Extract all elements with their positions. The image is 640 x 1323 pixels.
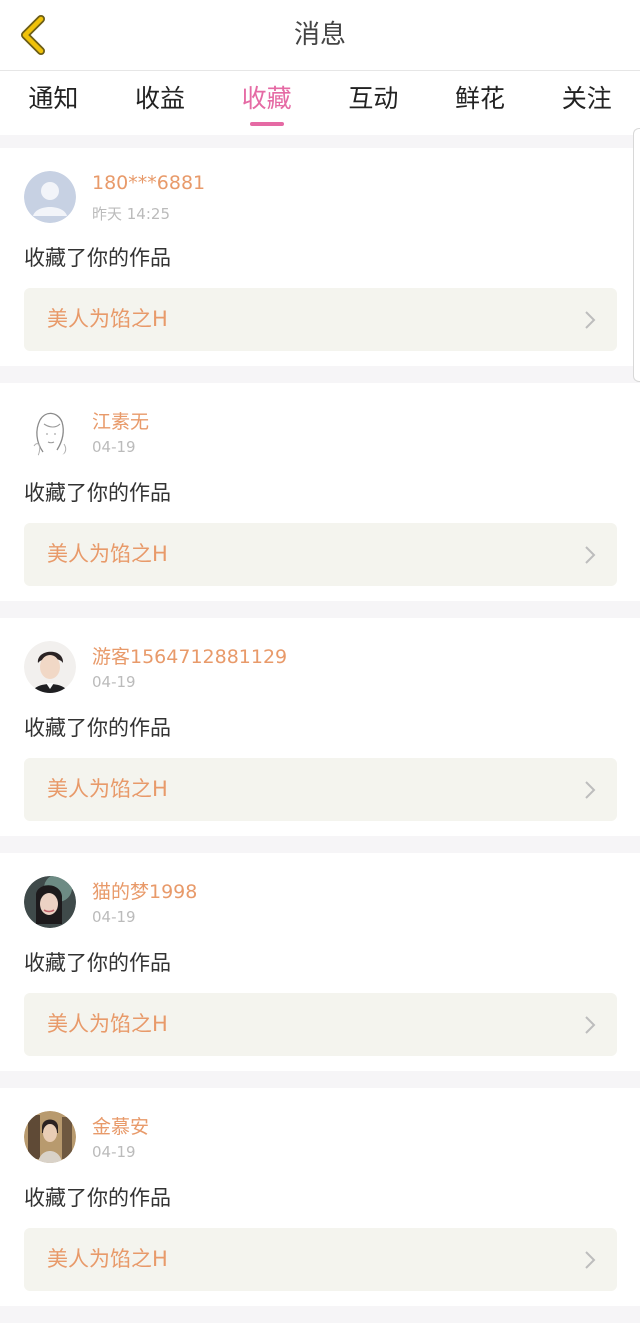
message-time: 昨天 14:25 [92,205,170,223]
default-avatar-icon [24,171,76,223]
photo-avatar-icon [24,641,76,693]
message-list: 180***6881 昨天 14:25 收藏了你的作品 美人为馅之H 江素无 0… [0,148,640,1323]
username[interactable]: 游客1564712881129 [92,642,287,669]
message-time: 04-19 [92,908,136,926]
message-card: 180***6881 昨天 14:25 收藏了你的作品 美人为馅之H [0,148,640,366]
tab-interactions[interactable]: 互动 [320,71,427,135]
avatar[interactable] [24,171,76,223]
chevron-right-icon [585,311,596,329]
username[interactable]: 猫的梦1998 [92,877,197,904]
work-link[interactable]: 美人为馅之H [24,288,617,351]
tab-favorites[interactable]: 收藏 [213,71,320,135]
work-title: 美人为馅之H [47,777,168,801]
avatar[interactable] [24,876,76,928]
tab-earnings[interactable]: 收益 [107,71,214,135]
tab-flowers[interactable]: 鲜花 [427,71,534,135]
photo-avatar-icon [24,1111,76,1163]
work-title: 美人为馅之H [47,1247,168,1271]
message-card: 江素无 04-19 收藏了你的作品 美人为馅之H [0,383,640,601]
work-link[interactable]: 美人为馅之H [24,1228,617,1291]
message-text: 收藏了你的作品 [24,246,171,270]
avatar[interactable] [24,641,76,693]
work-link[interactable]: 美人为馅之H [24,758,617,821]
username[interactable]: 180***6881 [92,172,205,194]
message-text: 收藏了你的作品 [24,1186,171,1210]
scrollbar[interactable] [633,128,640,382]
message-card: 游客1564712881129 04-19 收藏了你的作品 美人为馅之H [0,618,640,836]
avatar[interactable] [24,406,76,458]
message-time: 04-19 [92,438,136,456]
username[interactable]: 金慕安 [92,1112,149,1139]
tab-notice[interactable]: 通知 [0,71,107,135]
message-time: 04-19 [92,673,136,691]
message-text: 收藏了你的作品 [24,716,171,740]
top-bar: 消息 [0,0,640,71]
message-text: 收藏了你的作品 [24,481,171,505]
message-card: 金慕安 04-19 收藏了你的作品 美人为馅之H [0,1088,640,1306]
avatar[interactable] [24,1111,76,1163]
photo-avatar-icon [24,876,76,928]
chevron-right-icon [585,781,596,799]
work-link[interactable]: 美人为馅之H [24,523,617,586]
chevron-right-icon [585,546,596,564]
sketch-avatar-icon [24,406,76,458]
tab-follows[interactable]: 关注 [533,71,640,135]
tab-bar: 通知 收益 收藏 互动 鲜花 关注 [0,71,640,135]
message-card: 猫的梦1998 04-19 收藏了你的作品 美人为馅之H [0,853,640,1071]
work-title: 美人为馅之H [47,1012,168,1036]
message-text: 收藏了你的作品 [24,951,171,975]
work-link[interactable]: 美人为馅之H [24,993,617,1056]
chevron-right-icon [585,1251,596,1269]
message-time: 04-19 [92,1143,136,1161]
chevron-right-icon [585,1016,596,1034]
page-title: 消息 [293,20,346,50]
username[interactable]: 江素无 [92,407,149,434]
work-title: 美人为馅之H [47,542,168,566]
work-title: 美人为馅之H [47,307,168,331]
